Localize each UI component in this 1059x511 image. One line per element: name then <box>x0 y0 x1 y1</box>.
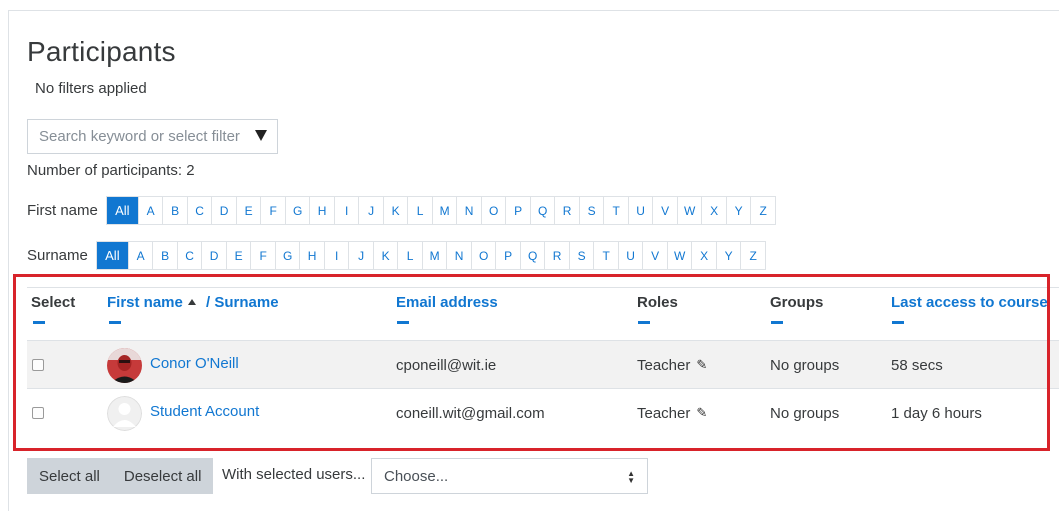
surname-letter-group: All ABCDEFGHIJKLMNOPQRSTUVWXYZ <box>95 241 766 270</box>
first-name-letter-i[interactable]: I <box>333 197 359 224</box>
surname-letter-a[interactable]: A <box>127 242 153 269</box>
with-selected-label: With selected users... <box>222 466 366 483</box>
filters-status: No filters applied <box>35 80 147 97</box>
surname-letter-d[interactable]: D <box>201 242 226 269</box>
search-filter-input[interactable]: Search keyword or select filter <box>27 119 278 154</box>
surname-letter-k[interactable]: K <box>372 242 398 269</box>
first-name-letter-c[interactable]: C <box>186 197 212 224</box>
first-name-letter-a[interactable]: A <box>137 197 163 224</box>
first-name-initials-label: First name <box>27 202 98 219</box>
participant-count: Number of participants: 2 <box>27 162 195 179</box>
first-name-letter-d[interactable]: D <box>211 197 236 224</box>
surname-letter-w[interactable]: W <box>666 242 692 269</box>
surname-letter-o[interactable]: O <box>470 242 496 269</box>
dropdown-caret-icon[interactable] <box>255 130 267 141</box>
first-name-letter-e[interactable]: E <box>235 197 261 224</box>
first-name-letter-h[interactable]: H <box>309 197 334 224</box>
surname-letter-c[interactable]: C <box>176 242 202 269</box>
first-name-letter-group: All ABCDEFGHIJKLMNOPQRSTUVWXYZ <box>105 196 776 225</box>
surname-letter-t[interactable]: T <box>593 242 618 269</box>
surname-letter-l[interactable]: L <box>397 242 422 269</box>
surname-letter-i[interactable]: I <box>323 242 349 269</box>
surname-letter-r[interactable]: R <box>544 242 569 269</box>
select-button-group: Select all Deselect all <box>27 458 214 494</box>
surname-letter-p[interactable]: P <box>495 242 520 269</box>
surname-initials-bar: Surname All ABCDEFGHIJKLMNOPQRSTUVWXYZ <box>27 241 766 270</box>
surname-letter-g[interactable]: G <box>274 242 300 269</box>
surname-letter-s[interactable]: S <box>568 242 594 269</box>
first-name-initials-bar: First name All ABCDEFGHIJKLMNOPQRSTUVWXY… <box>27 196 776 225</box>
first-name-letter-p[interactable]: P <box>505 197 530 224</box>
first-name-letter-b[interactable]: B <box>162 197 187 224</box>
first-name-letter-g[interactable]: G <box>284 197 310 224</box>
first-name-letter-q[interactable]: Q <box>529 197 555 224</box>
highlight-box <box>13 274 1050 451</box>
first-name-letter-y[interactable]: Y <box>725 197 751 224</box>
surname-letter-b[interactable]: B <box>152 242 177 269</box>
surname-letter-q[interactable]: Q <box>519 242 545 269</box>
search-placeholder: Search keyword or select filter <box>39 128 240 145</box>
bulk-action-value: Choose... <box>384 467 449 485</box>
first-name-letter-n[interactable]: N <box>456 197 481 224</box>
select-all-button[interactable]: Select all <box>27 458 112 494</box>
first-name-letter-u[interactable]: U <box>627 197 653 224</box>
surname-letter-u[interactable]: U <box>617 242 643 269</box>
surname-letter-y[interactable]: Y <box>715 242 741 269</box>
first-name-letter-k[interactable]: K <box>382 197 408 224</box>
surname-letter-n[interactable]: N <box>446 242 471 269</box>
surname-letter-z[interactable]: Z <box>740 242 765 269</box>
first-name-all-button[interactable]: All <box>106 197 138 224</box>
page-title: Participants <box>27 36 176 67</box>
surname-letter-x[interactable]: X <box>691 242 716 269</box>
surname-letter-j[interactable]: J <box>348 242 373 269</box>
first-name-letter-w[interactable]: W <box>676 197 702 224</box>
surname-letter-e[interactable]: E <box>225 242 251 269</box>
first-name-letter-x[interactable]: X <box>701 197 726 224</box>
first-name-letter-v[interactable]: V <box>652 197 677 224</box>
bulk-action-select[interactable]: Choose... ▲ ▼ <box>371 458 648 494</box>
first-name-letter-m[interactable]: M <box>431 197 457 224</box>
first-name-letter-t[interactable]: T <box>603 197 628 224</box>
deselect-all-button[interactable]: Deselect all <box>111 458 214 494</box>
first-name-letter-j[interactable]: J <box>358 197 383 224</box>
first-name-letter-s[interactable]: S <box>578 197 604 224</box>
first-name-letter-l[interactable]: L <box>407 197 432 224</box>
surname-initials-label: Surname <box>27 247 88 264</box>
select-arrows-icon: ▲ ▼ <box>627 469 635 485</box>
first-name-letter-o[interactable]: O <box>480 197 506 224</box>
surname-all-button[interactable]: All <box>96 242 128 269</box>
surname-letter-f[interactable]: F <box>250 242 275 269</box>
surname-letter-v[interactable]: V <box>642 242 667 269</box>
first-name-letter-f[interactable]: F <box>260 197 285 224</box>
first-name-letter-z[interactable]: Z <box>750 197 775 224</box>
surname-letter-m[interactable]: M <box>421 242 447 269</box>
first-name-letter-r[interactable]: R <box>554 197 579 224</box>
surname-letter-h[interactable]: H <box>299 242 324 269</box>
